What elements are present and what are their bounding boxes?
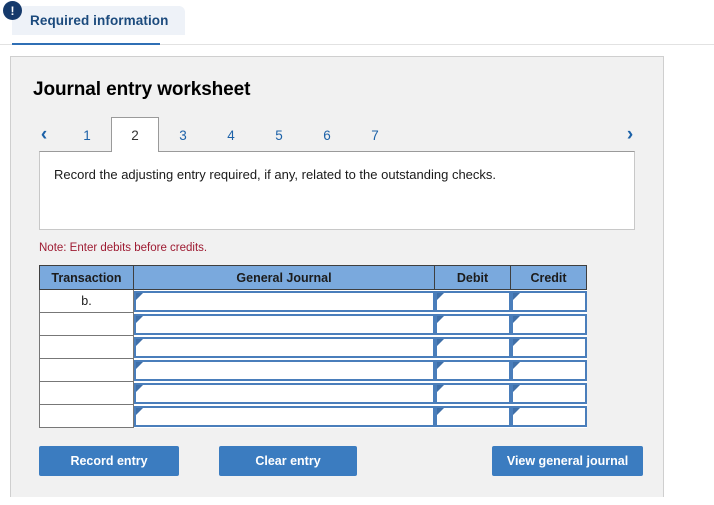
general-journal-input-cell xyxy=(133,381,435,405)
general-journal-input[interactable] xyxy=(134,405,435,427)
credit-input[interactable] xyxy=(510,290,587,312)
worksheet-tab-label: 2 xyxy=(131,127,139,143)
top-tab-strip: Required information ! xyxy=(0,0,714,47)
worksheet-tab-1[interactable]: 1 xyxy=(63,117,111,152)
page-title: Journal entry worksheet xyxy=(33,79,251,100)
transaction-cell xyxy=(39,358,134,382)
worksheet-tab-bar: ‹ 1 2 3 4 5 6 7 › xyxy=(11,117,663,152)
general-journal-input[interactable] xyxy=(134,290,435,312)
credit-input-cell xyxy=(510,381,587,405)
action-button-row: Record entry Clear entry View general jo… xyxy=(39,446,643,476)
table-row: b. xyxy=(39,289,587,313)
transaction-cell xyxy=(39,335,134,359)
general-journal-input-cell xyxy=(133,404,435,428)
debit-input[interactable] xyxy=(434,382,511,404)
table-row xyxy=(39,312,587,336)
general-journal-input[interactable] xyxy=(134,313,435,335)
column-header-credit: Credit xyxy=(510,265,587,290)
debit-input-cell xyxy=(434,381,511,405)
table-header-row: Transaction General Journal Debit Credit xyxy=(39,265,587,290)
table-row xyxy=(39,381,587,405)
worksheet-tab-label: 3 xyxy=(179,127,187,143)
transaction-cell xyxy=(39,404,134,428)
debit-input[interactable] xyxy=(434,359,511,381)
debit-input-cell xyxy=(434,289,511,313)
prev-page-arrow-icon[interactable]: ‹ xyxy=(25,117,63,152)
tab-required-information[interactable]: Required information xyxy=(12,6,185,35)
general-journal-input-cell xyxy=(133,358,435,382)
credit-input[interactable] xyxy=(510,382,587,404)
worksheet-tab-4[interactable]: 4 xyxy=(207,117,255,152)
general-journal-input[interactable] xyxy=(134,382,435,404)
general-journal-input-cell xyxy=(133,289,435,313)
column-header-debit: Debit xyxy=(434,265,511,290)
worksheet-panel: Journal entry worksheet ‹ 1 2 3 4 5 6 7 › Reco… xyxy=(10,56,664,497)
general-journal-input[interactable] xyxy=(134,336,435,358)
general-journal-input-cell xyxy=(133,335,435,359)
credit-input[interactable] xyxy=(510,313,587,335)
credit-input-cell xyxy=(510,335,587,359)
worksheet-tab-label: 4 xyxy=(227,127,235,143)
table-row xyxy=(39,335,587,359)
transaction-cell xyxy=(39,312,134,336)
worksheet-tab-label: 6 xyxy=(323,127,331,143)
general-journal-input[interactable] xyxy=(134,359,435,381)
required-information-label: Required information xyxy=(30,13,169,28)
credit-input[interactable] xyxy=(510,359,587,381)
credit-input[interactable] xyxy=(510,405,587,427)
transaction-cell xyxy=(39,381,134,405)
worksheet-tab-3[interactable]: 3 xyxy=(159,117,207,152)
column-header-transaction: Transaction xyxy=(39,265,134,290)
table-row xyxy=(39,404,587,428)
debits-before-credits-note: Note: Enter debits before credits. xyxy=(39,242,208,254)
column-header-general-journal: General Journal xyxy=(133,265,435,290)
debit-input-cell xyxy=(434,358,511,382)
transaction-cell: b. xyxy=(39,289,134,313)
table-row xyxy=(39,358,587,382)
record-entry-button[interactable]: Record entry xyxy=(39,446,179,476)
worksheet-tab-label: 7 xyxy=(371,127,379,143)
instruction-box: Record the adjusting entry required, if … xyxy=(39,151,635,230)
credit-input-cell xyxy=(510,358,587,382)
debit-input[interactable] xyxy=(434,405,511,427)
debit-input[interactable] xyxy=(434,290,511,312)
worksheet-tab-6[interactable]: 6 xyxy=(303,117,351,152)
credit-input[interactable] xyxy=(510,336,587,358)
credit-input-cell xyxy=(510,404,587,428)
journal-entry-table: Transaction General Journal Debit Credit… xyxy=(39,265,587,428)
topbar-active-underline xyxy=(12,43,160,45)
exclamation-badge-glyph: ! xyxy=(10,3,15,18)
debit-input[interactable] xyxy=(434,336,511,358)
worksheet-tab-2[interactable]: 2 xyxy=(111,117,159,152)
worksheet-tab-label: 5 xyxy=(275,127,283,143)
credit-input-cell xyxy=(510,289,587,313)
debit-input-cell xyxy=(434,335,511,359)
view-general-journal-button[interactable]: View general journal xyxy=(492,446,643,476)
exclamation-badge-icon: ! xyxy=(3,1,22,20)
clear-entry-button[interactable]: Clear entry xyxy=(219,446,357,476)
debit-input-cell xyxy=(434,312,511,336)
worksheet-tab-7[interactable]: 7 xyxy=(351,117,399,152)
next-page-arrow-icon[interactable]: › xyxy=(611,117,649,152)
credit-input-cell xyxy=(510,312,587,336)
worksheet-tab-5[interactable]: 5 xyxy=(255,117,303,152)
debit-input-cell xyxy=(434,404,511,428)
general-journal-input-cell xyxy=(133,312,435,336)
instruction-text: Record the adjusting entry required, if … xyxy=(54,167,497,182)
worksheet-tab-label: 1 xyxy=(83,127,91,143)
debit-input[interactable] xyxy=(434,313,511,335)
